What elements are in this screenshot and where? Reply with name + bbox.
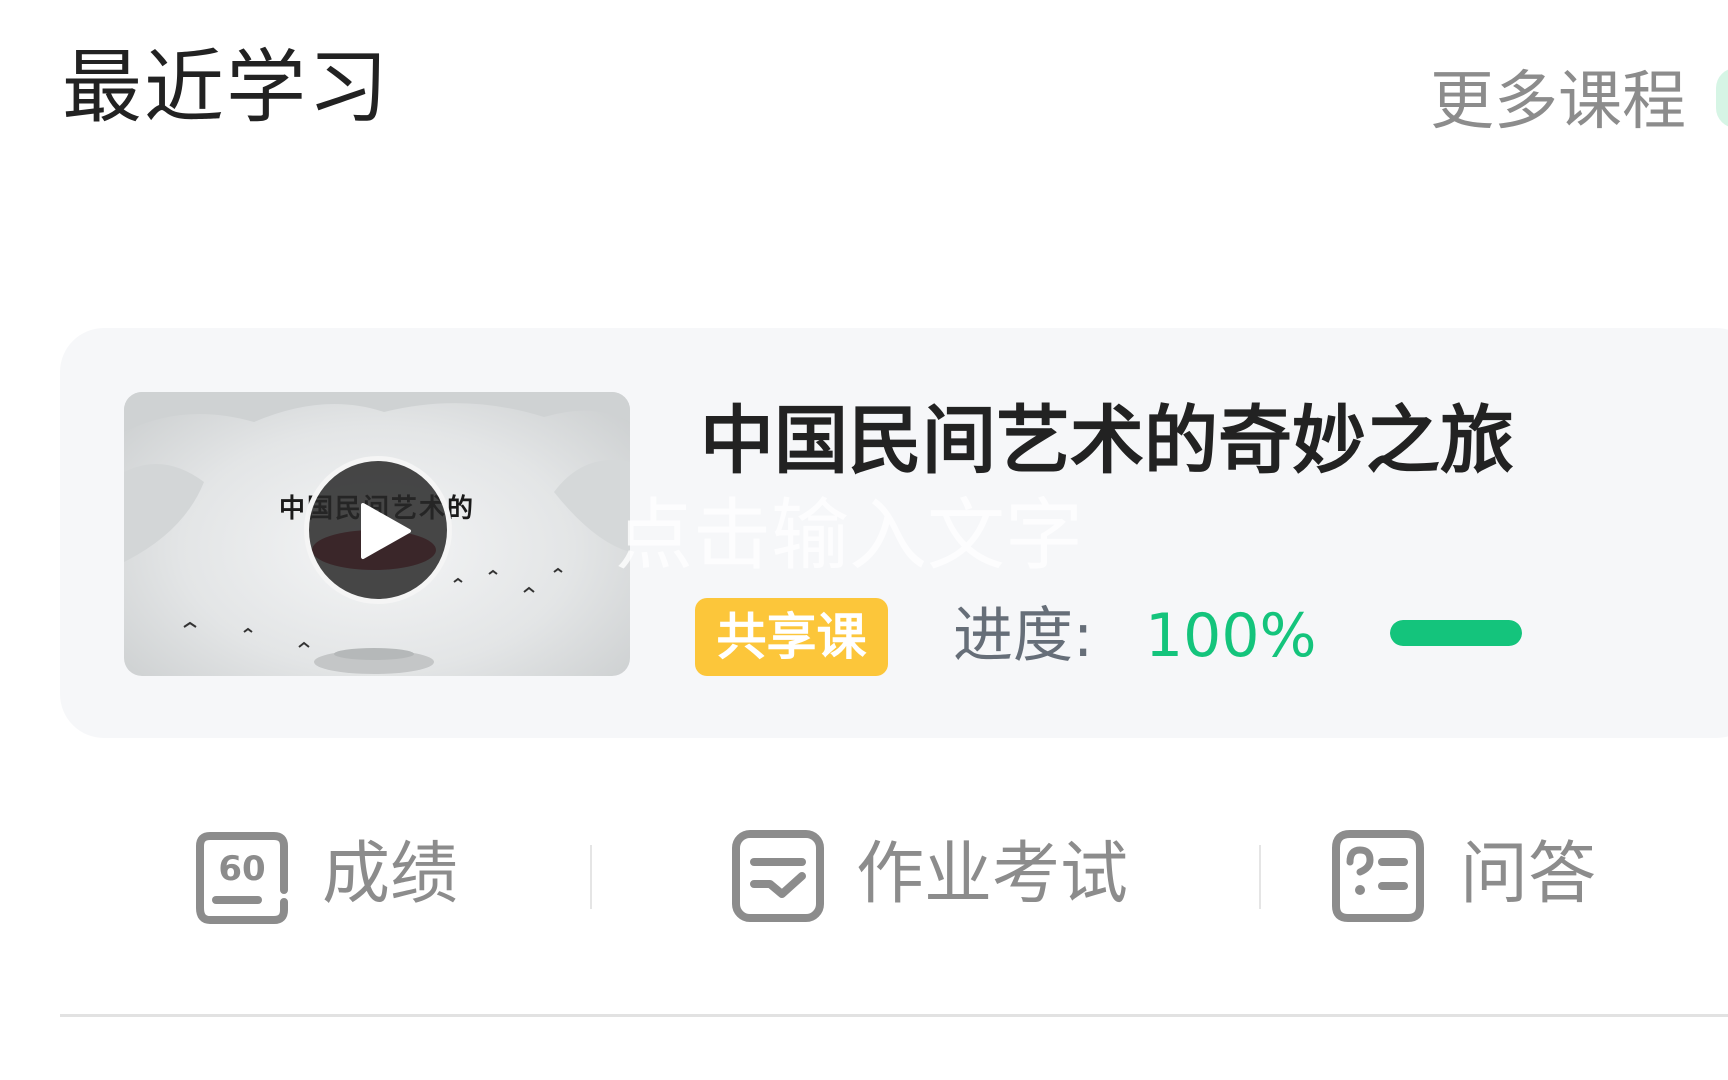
qa-icon <box>1332 830 1424 922</box>
progress-bar-fill <box>1390 620 1522 646</box>
progress-value: 100% <box>1145 601 1317 671</box>
section-title: 最近学习 <box>62 41 390 134</box>
scores-label: 成绩 <box>322 835 459 914</box>
progress-bar <box>1390 620 1522 646</box>
course-card[interactable]: 中国民间艺术的 中国民间艺术的奇妙之旅 共享课 进度: 100% 点击输入文字 <box>60 328 1728 738</box>
course-title: 中国民间艺术的奇妙之旅 <box>700 398 1514 484</box>
more-courses-link[interactable]: 更多课程 <box>1430 62 1686 142</box>
qa-label: 问答 <box>1460 835 1597 914</box>
course-tag-badge: 共享课 <box>695 598 888 676</box>
bottom-divider <box>60 1014 1728 1017</box>
recent-study-page: 最近学习 更多课程 中国民间艺术的奇妙之旅 共享课 进度: 100% 点击输入文… <box>0 0 1728 1080</box>
click-to-input-text[interactable]: 点击输入文字 <box>615 490 1083 582</box>
more-courses-pill[interactable] <box>1716 68 1728 128</box>
action-divider <box>1259 845 1261 909</box>
homework-icon <box>732 830 824 922</box>
score-60-icon: 60 <box>196 832 288 924</box>
play-button[interactable] <box>304 456 452 604</box>
play-icon <box>361 503 411 559</box>
score-icon-text: 60 <box>218 849 265 889</box>
homework-exam-button[interactable]: 作业考试 <box>730 820 1130 930</box>
homework-exam-label: 作业考试 <box>856 835 1129 914</box>
progress-label: 进度: <box>953 601 1094 671</box>
scores-button[interactable]: 60 成绩 <box>192 820 492 930</box>
course-thumbnail[interactable]: 中国民间艺术的 <box>124 392 630 676</box>
action-divider <box>590 845 592 909</box>
qa-button[interactable]: 问答 <box>1328 820 1608 930</box>
